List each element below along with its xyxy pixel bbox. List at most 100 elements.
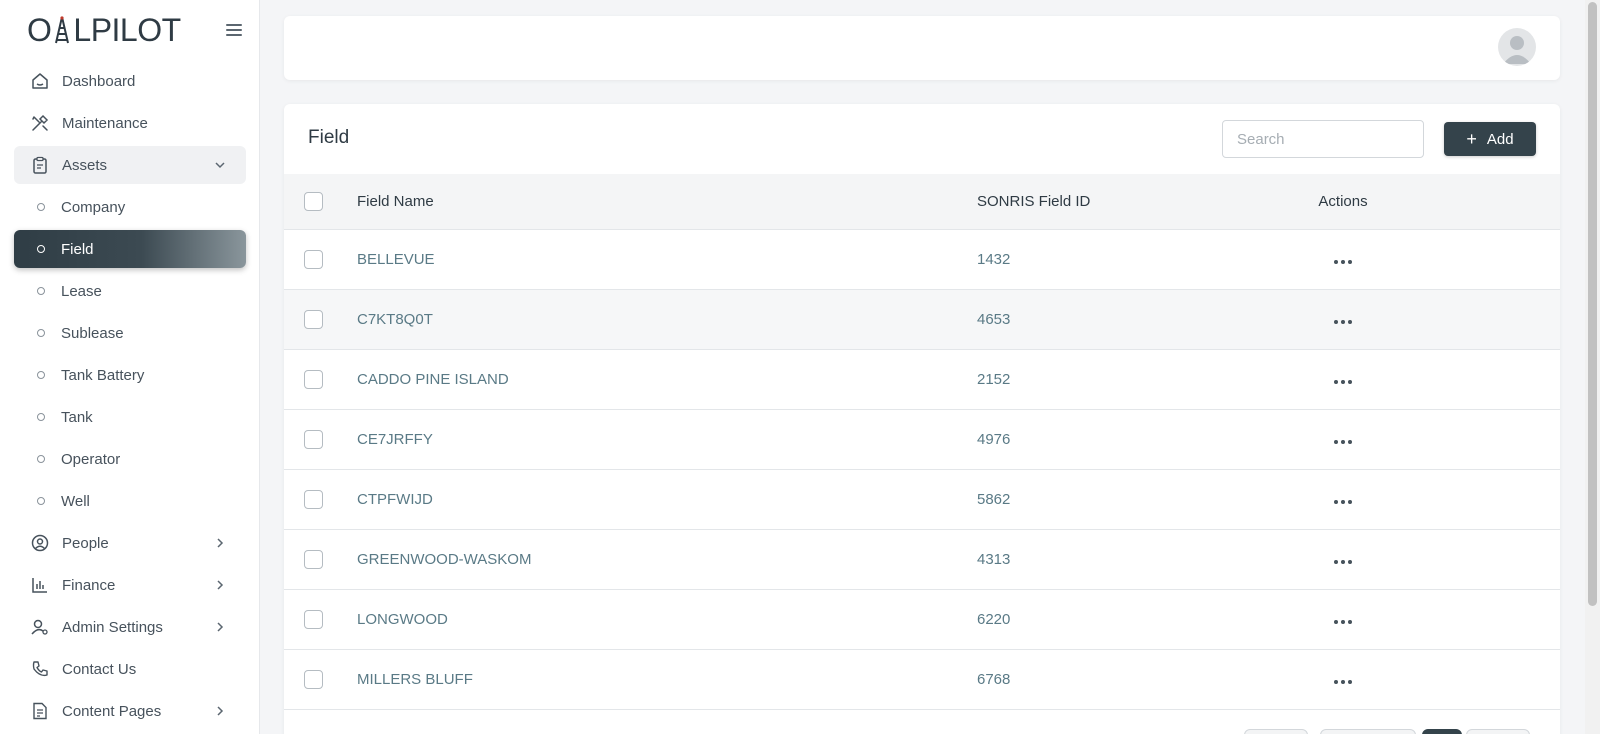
sidebar-item-contact-us[interactable]: Contact Us [14,650,246,688]
more-actions-icon[interactable] [1330,316,1356,328]
column-header-field-name[interactable]: Field Name [357,193,977,210]
field-name-link[interactable]: C7KT8Q0T [357,311,977,328]
sidebar-item-admin-settings[interactable]: Admin Settings [14,608,246,646]
row-checkbox[interactable] [304,430,323,449]
select-all-cell [284,192,357,211]
table-row: C7KT8Q0T 4653 [284,290,1560,350]
sidebar-item-dashboard[interactable]: Dashboard [14,62,246,100]
pagination-prev[interactable] [1244,729,1308,734]
sidebar-item-finance[interactable]: Finance [14,566,246,604]
user-avatar-icon[interactable] [1498,28,1536,66]
field-name-link[interactable]: LONGWOOD [357,611,977,628]
app-logo[interactable]: O LPILOT [27,12,181,49]
field-name-link[interactable]: MILLERS BLUFF [357,671,977,688]
sidebar-item-well[interactable]: Well [14,482,246,520]
sonris-field-id: 5862 [977,491,1011,508]
sidebar-item-people[interactable]: People [14,524,246,562]
more-actions-icon[interactable] [1330,616,1356,628]
row-check-cell [284,550,357,569]
bullet-icon [37,245,45,253]
pagination-page-range[interactable] [1320,729,1416,734]
bullet-icon [37,371,45,379]
more-actions-icon[interactable] [1330,256,1356,268]
row-checkbox[interactable] [304,250,323,269]
sidebar-item-label: Tank Battery [61,366,145,384]
sidebar-item-lease[interactable]: Lease [14,272,246,310]
sonris-field-id: 6768 [977,671,1011,688]
row-checkbox[interactable] [304,670,323,689]
page-scrollbar[interactable] [1585,0,1600,734]
field-name-link[interactable]: CADDO PINE ISLAND [357,371,977,388]
field-name-link[interactable]: BELLEVUE [357,251,977,268]
pagination-current-page[interactable] [1422,729,1462,734]
clipboard-icon [30,155,50,175]
bullet-icon [37,413,45,421]
more-actions-icon[interactable] [1330,676,1356,688]
logo-text-end: LPILOT [73,12,181,48]
sonris-field-id: 4976 [977,431,1011,448]
chevron-right-icon [214,704,226,716]
home-icon [30,71,50,91]
sidebar-item-content-pages[interactable]: Content Pages [14,692,246,730]
user-circle-icon [30,533,50,553]
more-actions-icon[interactable] [1330,556,1356,568]
field-table: Field Name SONRIS Field ID Actions BELLE… [284,174,1560,710]
tools-icon [30,113,50,133]
row-checkbox[interactable] [304,370,323,389]
more-actions-icon[interactable] [1330,376,1356,388]
sidebar-item-label: Operator [61,450,121,468]
row-check-cell [284,370,357,389]
document-icon [30,701,50,721]
actions-cell [1313,311,1373,328]
actions-cell [1313,611,1373,628]
sidebar-item-assets[interactable]: Assets [14,146,246,184]
chevron-right-icon [214,536,226,548]
actions-cell [1313,491,1373,508]
table-row: LONGWOOD 6220 [284,590,1560,650]
pagination-next[interactable] [1466,729,1530,734]
actions-cell [1313,371,1373,388]
search-input[interactable] [1222,120,1424,158]
sidebar-item-field[interactable]: Field [14,230,246,268]
row-checkbox[interactable] [304,490,323,509]
sidebar-item-operator[interactable]: Operator [14,440,246,478]
scrollbar-thumb[interactable] [1588,2,1597,606]
bullet-icon [37,329,45,337]
sidebar-item-label: Assets [62,156,108,174]
row-check-cell [284,670,357,689]
row-checkbox[interactable] [304,310,323,329]
add-button[interactable]: + Add [1444,122,1536,156]
field-name-link[interactable]: CE7JRFFY [357,431,977,448]
logo-row: O LPILOT [0,0,260,64]
field-name-link[interactable]: GREENWOOD-WASKOM [357,551,977,568]
sonris-field-id: 6220 [977,611,1011,628]
sidebar-item-maintenance[interactable]: Maintenance [14,104,246,142]
chevron-down-icon [214,158,226,170]
sidebar-item-tank-battery[interactable]: Tank Battery [14,356,246,394]
sidebar-item-sublease[interactable]: Sublease [14,314,246,352]
table-row: MILLERS BLUFF 6768 [284,650,1560,710]
sidebar-item-label: Well [61,492,90,510]
more-actions-icon[interactable] [1330,436,1356,448]
row-check-cell [284,430,357,449]
column-header-sonris-field-id[interactable]: SONRIS Field ID [977,193,1313,210]
sidebar-nav: Dashboard Maintenance Assets Company Fie… [14,62,246,734]
sonris-field-id: 4653 [977,311,1011,328]
row-check-cell [284,490,357,509]
row-check-cell [284,610,357,629]
field-name-link[interactable]: CTPFWIJD [357,491,977,508]
sidebar-item-label: Admin Settings [62,618,163,636]
select-all-checkbox[interactable] [304,192,323,211]
sidebar-item-company[interactable]: Company [14,188,246,226]
sidebar-item-label: Company [61,198,126,216]
sidebar-item-tank[interactable]: Tank [14,398,246,436]
more-actions-icon[interactable] [1330,496,1356,508]
sidebar-item-label: People [62,534,109,552]
sidebar-item-label: Dashboard [62,72,136,90]
table-row: GREENWOOD-WASKOM 4313 [284,530,1560,590]
user-gear-icon [30,617,50,637]
table-row: CADDO PINE ISLAND 2152 [284,350,1560,410]
row-checkbox[interactable] [304,610,323,629]
row-checkbox[interactable] [304,550,323,569]
menu-toggle-icon[interactable] [226,24,242,38]
